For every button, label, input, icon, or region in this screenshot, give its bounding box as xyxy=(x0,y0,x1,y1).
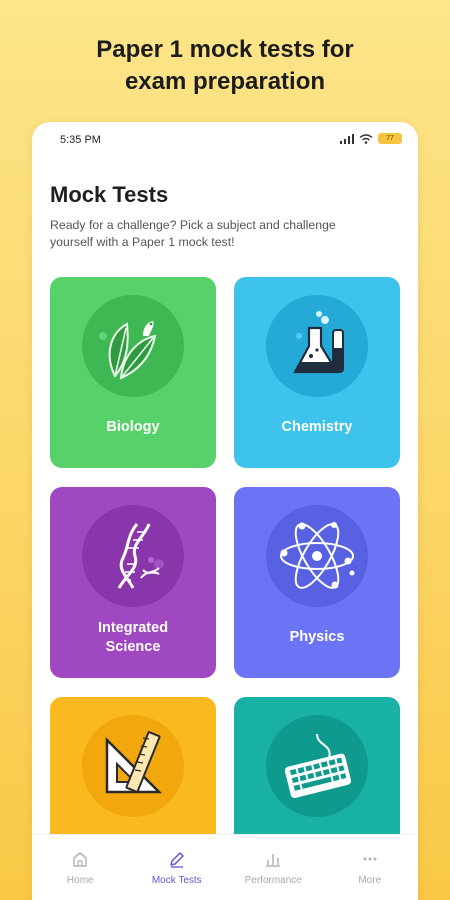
promo-headline: Paper 1 mock tests for exam preparation xyxy=(0,34,450,98)
subject-label-line-1: Integrated xyxy=(97,620,169,636)
headline-line-1: Paper 1 mock tests for xyxy=(96,36,354,63)
status-icons: 77 xyxy=(340,133,402,144)
pencil-icon xyxy=(167,849,187,869)
nav-item-performance[interactable]: Performance xyxy=(225,835,322,900)
dna-icon xyxy=(82,505,184,607)
flask-icon xyxy=(266,295,368,397)
status-bar: 5:35 PM 77 xyxy=(32,122,418,160)
battery-icon: 77 xyxy=(378,133,402,144)
wifi-icon xyxy=(359,133,373,144)
subject-label: Chemistry xyxy=(281,419,353,435)
bottom-nav: Home Mock Tests Performance More xyxy=(32,834,418,900)
bar-chart-icon xyxy=(263,849,283,869)
subject-card-chemistry[interactable]: Chemistry xyxy=(234,277,400,468)
headline-line-2: exam preparation xyxy=(124,68,326,95)
subject-card-physics[interactable]: Physics xyxy=(234,487,400,678)
keyboard-icon xyxy=(266,715,368,817)
subject-label: Physics xyxy=(289,629,345,645)
subject-card-integrated-science[interactable]: Integrated Science xyxy=(50,487,216,678)
nav-label: More xyxy=(358,875,382,886)
more-dots-icon xyxy=(360,849,380,869)
phone-screen: 5:35 PM 77 Mock Tests Ready for a challe… xyxy=(32,122,418,900)
status-time: 5:35 PM xyxy=(60,134,101,146)
atom-icon xyxy=(266,505,368,607)
subject-label: Biology xyxy=(106,419,160,435)
leaf-icon xyxy=(82,295,184,397)
battery-level: 77 xyxy=(386,135,394,142)
signal-icon xyxy=(340,133,354,144)
nav-item-home[interactable]: Home xyxy=(32,835,129,900)
page-title: Mock Tests xyxy=(50,182,169,207)
subject-label-line-2: Science xyxy=(105,639,161,655)
home-icon xyxy=(70,849,90,869)
subject-label: Integrated Science xyxy=(50,619,216,657)
ruler-triangle-icon xyxy=(82,715,184,817)
nav-label: Mock Tests xyxy=(151,875,202,886)
nav-label: Performance xyxy=(244,875,302,886)
subject-card-biology[interactable]: Biology xyxy=(50,277,216,468)
nav-label: Home xyxy=(66,875,94,886)
nav-item-more[interactable]: More xyxy=(322,835,419,900)
nav-item-mock-tests[interactable]: Mock Tests xyxy=(129,835,226,900)
page-subtitle: Ready for a challenge? Pick a subject an… xyxy=(50,218,336,249)
